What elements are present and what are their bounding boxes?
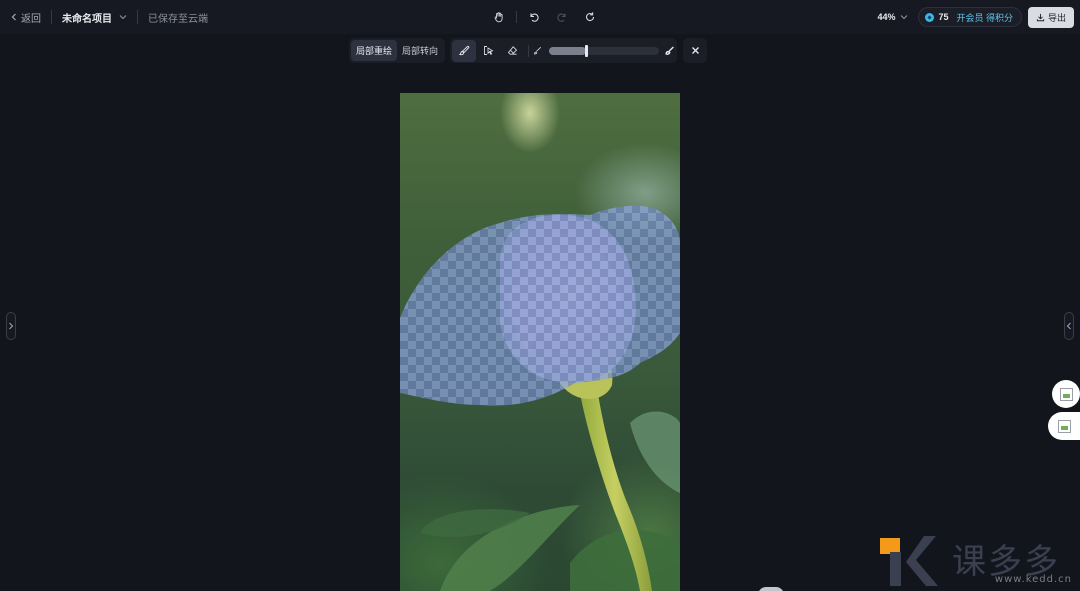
bottom-handle[interactable] bbox=[758, 587, 784, 591]
brush-size-slider[interactable] bbox=[549, 44, 660, 57]
chevron-left-icon bbox=[1066, 322, 1071, 330]
inpaint-mask bbox=[400, 205, 680, 406]
left-panel-toggle[interactable] bbox=[6, 312, 16, 340]
redo-icon bbox=[557, 13, 566, 22]
image-placeholder-icon bbox=[1059, 387, 1073, 401]
brush-small-icon bbox=[533, 46, 542, 54]
slider-thumb[interactable] bbox=[585, 44, 589, 57]
back-label: 返回 bbox=[21, 13, 41, 25]
floating-tool-button-1[interactable] bbox=[1052, 380, 1080, 408]
undo-icon bbox=[530, 13, 539, 22]
reset-button[interactable] bbox=[581, 8, 599, 26]
divider bbox=[51, 10, 52, 24]
credit-coin-icon bbox=[925, 12, 935, 22]
hand-tool-button[interactable] bbox=[490, 8, 508, 26]
smart-select-tool-button[interactable] bbox=[476, 40, 500, 62]
export-label: 导出 bbox=[1047, 12, 1066, 23]
image-placeholder-icon bbox=[1057, 419, 1071, 433]
divider bbox=[137, 10, 138, 24]
watermark: 课多多 www.kedd.cn bbox=[880, 532, 1080, 591]
mode-switch: 局部重绘 局部转向 bbox=[349, 38, 446, 63]
project-name: 未命名项目 bbox=[62, 13, 112, 25]
undo-button[interactable] bbox=[525, 8, 543, 26]
eraser-icon bbox=[507, 46, 517, 55]
top-bar-left: 返回 未命名项目 已保存至云端 bbox=[10, 0, 208, 34]
floating-tool-button-2[interactable] bbox=[1048, 412, 1080, 440]
close-icon bbox=[691, 47, 699, 54]
mode-redirect-tab[interactable]: 局部转向 bbox=[397, 40, 443, 61]
chevron-right-icon bbox=[9, 322, 14, 330]
watermark-url: www.kedd.cn bbox=[994, 574, 1072, 585]
divider bbox=[528, 44, 530, 57]
refresh-icon bbox=[586, 12, 595, 22]
brush-icon bbox=[458, 45, 469, 56]
hand-icon bbox=[494, 12, 503, 23]
download-icon bbox=[1036, 13, 1045, 21]
zoom-level: 44% bbox=[877, 12, 896, 22]
project-name-dropdown[interactable]: 未命名项目 bbox=[62, 10, 127, 25]
divider bbox=[516, 11, 517, 23]
smart-select-icon bbox=[483, 46, 494, 55]
back-button[interactable]: 返回 bbox=[10, 10, 41, 25]
export-button[interactable]: 导出 bbox=[1027, 6, 1074, 28]
brush-large-icon bbox=[665, 45, 674, 55]
chevron-down-icon bbox=[119, 15, 127, 20]
credits-badge[interactable]: 75 开会员 得积分 bbox=[918, 7, 1022, 27]
close-button[interactable] bbox=[683, 38, 708, 63]
eraser-tool-button[interactable] bbox=[500, 40, 524, 62]
membership-link[interactable]: 开会员 得积分 bbox=[956, 11, 1013, 24]
right-panel-toggle[interactable] bbox=[1064, 312, 1074, 340]
slider-fill bbox=[549, 46, 587, 55]
redo-button[interactable] bbox=[553, 8, 571, 26]
top-bar-right: 44% 75 开会员 得积分 导出 bbox=[877, 0, 1074, 34]
mode-inpaint-tab[interactable]: 局部重绘 bbox=[351, 40, 398, 61]
chevron-left-icon bbox=[11, 13, 16, 21]
brush-tool-button[interactable] bbox=[452, 39, 477, 62]
watermark-logo-icon bbox=[880, 536, 938, 586]
history-controls bbox=[490, 0, 599, 34]
top-bar: 返回 未命名项目 已保存至云端 44% 75 开会员 得积分 导出 bbox=[0, 0, 1080, 34]
chevron-down-icon bbox=[901, 15, 908, 20]
edit-toolbar: 局部重绘 局部转向 bbox=[349, 38, 708, 63]
canvas-image[interactable] bbox=[400, 93, 680, 591]
save-status: 已保存至云端 bbox=[148, 13, 208, 25]
brush-tools bbox=[450, 38, 678, 63]
credit-count: 75 bbox=[938, 12, 949, 22]
zoom-dropdown[interactable]: 44% bbox=[877, 12, 908, 22]
brush-size-control[interactable] bbox=[533, 44, 675, 57]
